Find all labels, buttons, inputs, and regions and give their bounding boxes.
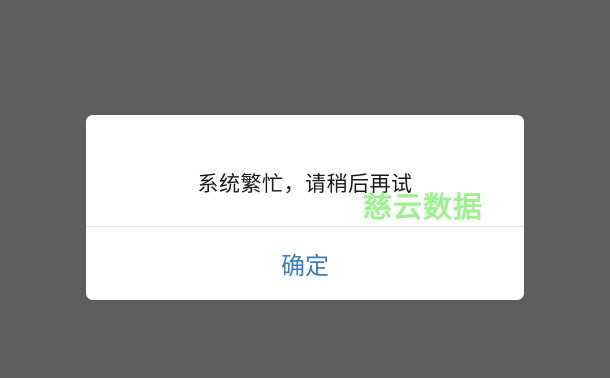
alert-dialog: 系统繁忙，请稍后再试 确定 <box>86 115 524 300</box>
dialog-message: 系统繁忙，请稍后再试 <box>197 171 413 196</box>
confirm-button[interactable]: 确定 <box>86 227 524 300</box>
